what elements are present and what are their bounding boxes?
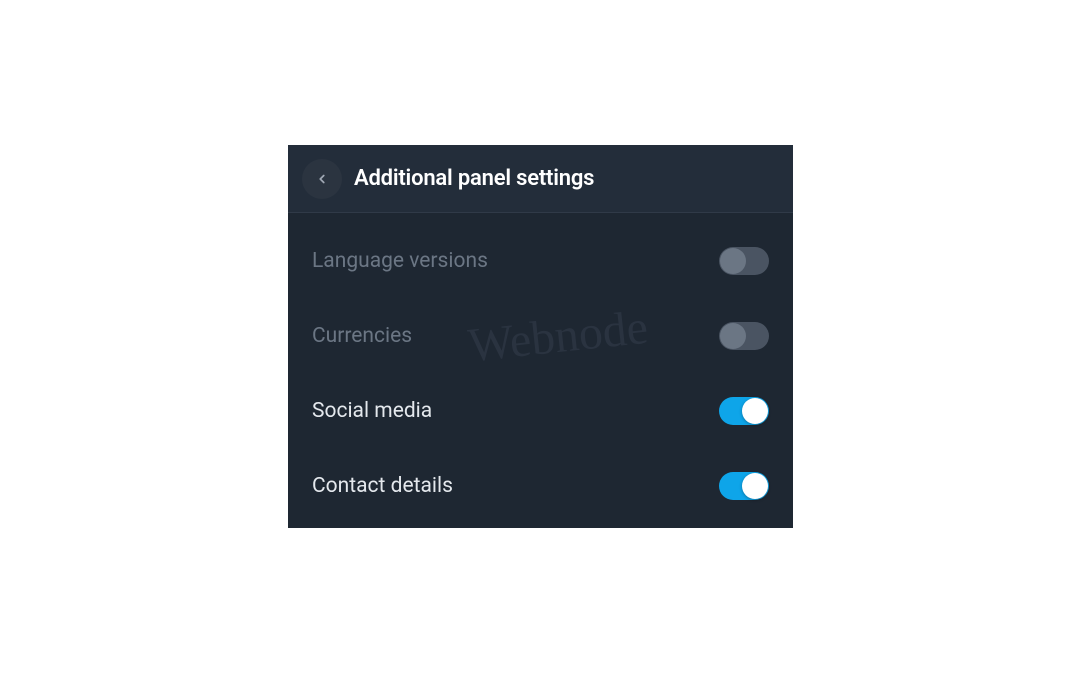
toggle-knob [720,248,746,274]
back-button[interactable] [302,159,342,199]
toggle-contact-details[interactable] [719,472,769,500]
setting-label: Contact details [312,474,453,498]
setting-label: Language versions [312,249,488,273]
toggle-social-media[interactable] [719,397,769,425]
setting-row-language-versions: Language versions [288,223,793,298]
setting-label: Social media [312,399,432,423]
setting-row-contact-details: Contact details [288,448,793,523]
toggle-knob [720,323,746,349]
panel-title: Additional panel settings [354,166,594,191]
panel-header: Additional panel settings [288,145,793,213]
toggle-knob [742,473,768,499]
toggle-language-versions[interactable] [719,247,769,275]
toggle-knob [742,398,768,424]
chevron-left-icon [315,172,329,186]
toggle-currencies[interactable] [719,322,769,350]
panel-body: Webnode Language versions Currencies Soc… [288,213,793,528]
setting-row-social-media: Social media [288,373,793,448]
setting-label: Currencies [312,324,412,348]
setting-row-currencies: Currencies [288,298,793,373]
settings-panel: Additional panel settings Webnode Langua… [288,145,793,528]
